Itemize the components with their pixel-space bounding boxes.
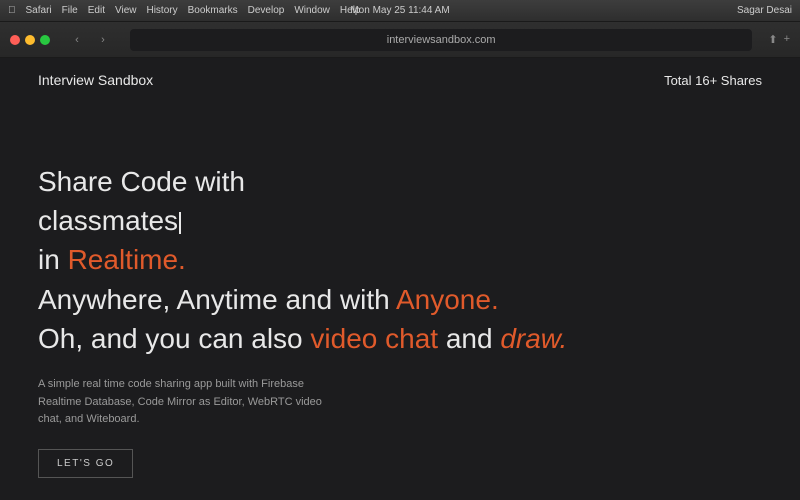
menu-edit[interactable]: Edit bbox=[88, 5, 105, 16]
app-name: Safari bbox=[26, 5, 52, 16]
hero-line-5: Oh, and you can also video chat and draw… bbox=[38, 319, 762, 358]
menu-bookmarks[interactable]: Bookmarks bbox=[188, 5, 238, 16]
hero-line-1: Share Code with bbox=[38, 162, 762, 201]
os-menu-items:  Safari File Edit View History Bookmark… bbox=[8, 5, 360, 16]
site-logo: Interview Sandbox bbox=[38, 72, 153, 88]
os-system-icons: Sagar Desai bbox=[737, 5, 792, 16]
menu-view[interactable]: View bbox=[115, 5, 137, 16]
browser-toolbar: ‹ › interviewsandbox.com ⬆ + bbox=[0, 22, 800, 58]
hero-line-2: classmates bbox=[38, 201, 762, 240]
menu-history[interactable]: History bbox=[146, 5, 177, 16]
minimize-window-button[interactable] bbox=[25, 35, 35, 45]
menu-window[interactable]: Window bbox=[294, 5, 330, 16]
hero-headline: Share Code with classmates in Realtime. … bbox=[38, 162, 762, 358]
hero-line-4: Anywhere, Anytime and with Anyone. bbox=[38, 280, 762, 319]
website-content: Interview Sandbox Total 16+ Shares Share… bbox=[0, 58, 800, 500]
lets-go-button[interactable]: LET'S GO bbox=[38, 449, 133, 478]
url-text: interviewsandbox.com bbox=[387, 34, 496, 46]
add-tab-icon[interactable]: + bbox=[784, 33, 790, 46]
nav-buttons: ‹ › bbox=[66, 31, 114, 49]
user-name: Sagar Desai bbox=[737, 5, 792, 16]
close-window-button[interactable] bbox=[10, 35, 20, 45]
back-button[interactable]: ‹ bbox=[66, 31, 88, 49]
address-bar[interactable]: interviewsandbox.com bbox=[130, 29, 752, 51]
window-controls bbox=[10, 35, 50, 45]
text-cursor bbox=[179, 212, 181, 234]
menu-develop[interactable]: Develop bbox=[248, 5, 285, 16]
maximize-window-button[interactable] bbox=[40, 35, 50, 45]
browser-action-icons: ⬆ + bbox=[768, 33, 790, 46]
hero-subtext: A simple real time code sharing app buil… bbox=[38, 376, 338, 429]
apple-menu[interactable]:  bbox=[8, 5, 16, 16]
forward-button[interactable]: › bbox=[92, 31, 114, 49]
site-header: Interview Sandbox Total 16+ Shares bbox=[0, 58, 800, 102]
shares-count: Total 16+ Shares bbox=[664, 73, 762, 88]
hero-line-3: in Realtime. bbox=[38, 240, 762, 279]
os-menu-bar:  Safari File Edit View History Bookmark… bbox=[0, 0, 800, 22]
hero-section: Share Code with classmates in Realtime. … bbox=[0, 102, 800, 478]
menu-file[interactable]: File bbox=[62, 5, 78, 16]
os-clock: Mon May 25 11:44 AM bbox=[350, 5, 449, 16]
share-icon[interactable]: ⬆ bbox=[768, 33, 777, 46]
